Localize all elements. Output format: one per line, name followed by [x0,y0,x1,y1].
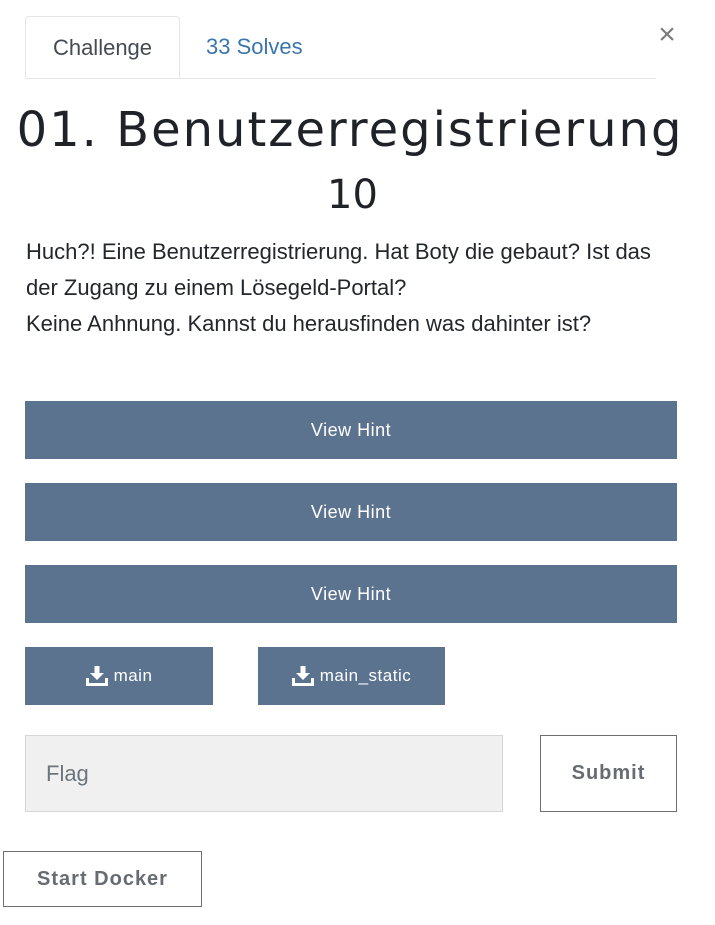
file-label: main_static [319,666,412,685]
file-label: main [113,666,153,685]
view-hint-button-3[interactable]: View Hint [25,565,677,623]
challenge-title: 01. Benutzerregistrierung [16,102,684,158]
view-hint-button-1[interactable]: View Hint [25,401,677,459]
view-hint-button-2[interactable]: View Hint [25,483,677,541]
challenge-modal: Challenge 33 Solves × 01. Benutzerregist… [0,0,715,925]
tab-bar: Challenge 33 Solves [25,16,656,79]
tab-solves[interactable]: 33 Solves [206,16,303,77]
download-main-static-button[interactable]: main_static [258,647,445,705]
challenge-description: Huch?! Eine Benutzerregistrierung. Hat B… [26,234,686,342]
description-line: Keine Anhnung. Kannst du herausfinden wa… [26,311,592,336]
tab-challenge[interactable]: Challenge [25,16,180,78]
challenge-points: 10 [327,172,378,218]
start-docker-button[interactable]: Start Docker [3,851,202,907]
download-main-button[interactable]: main [25,647,213,705]
flag-input[interactable] [25,735,503,812]
close-icon[interactable]: × [652,18,682,52]
download-icon [291,666,314,686]
description-line: Huch?! Eine Benutzerregistrierung. Hat B… [26,239,651,300]
download-icon [85,666,108,686]
submit-button[interactable]: Submit [540,735,677,812]
